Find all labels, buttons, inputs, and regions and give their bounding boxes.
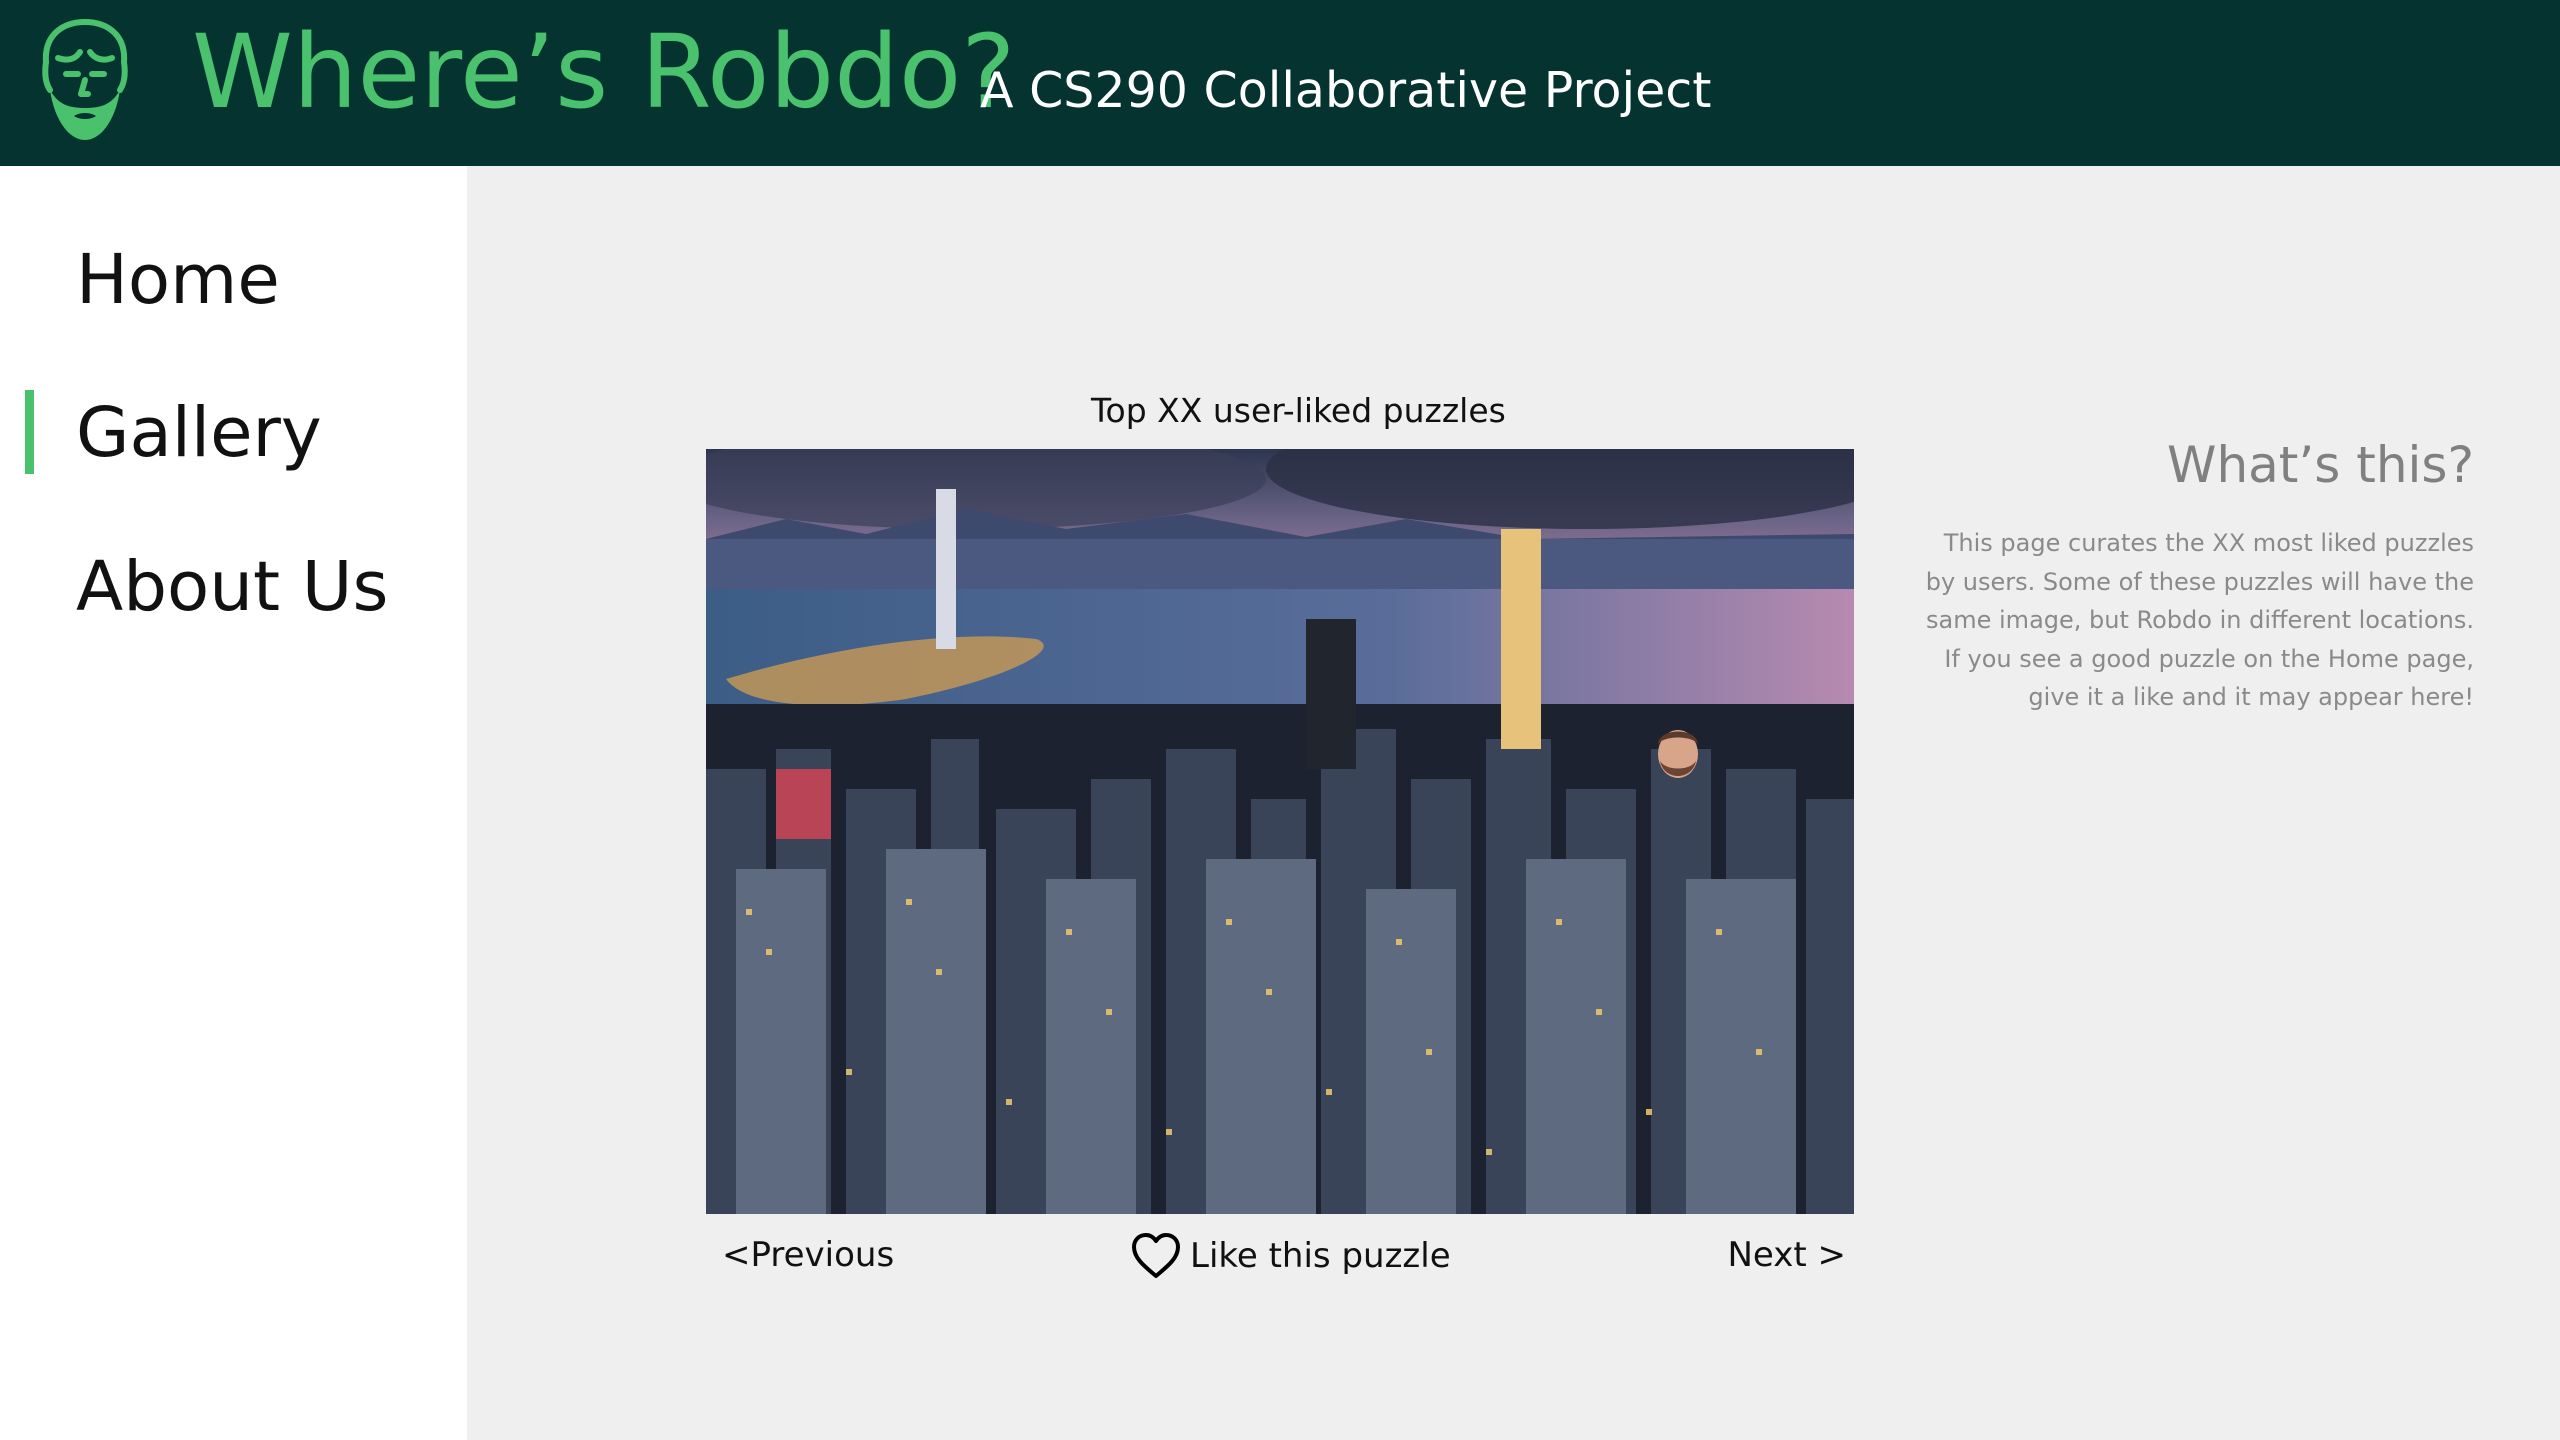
info-line: If you see a good puzzle on the Home pag… <box>1944 644 2474 673</box>
info-description: This page curates the XX most liked puzz… <box>1914 524 2474 717</box>
sidebar-item-about-us[interactable]: About Us <box>76 553 388 622</box>
site-header: Where’s Robdo? A CS290 Collaborative Pro… <box>0 0 2560 166</box>
sidebar-item-home[interactable]: Home <box>76 246 280 315</box>
next-button[interactable]: Next > <box>1727 1238 1846 1272</box>
site-title: Where’s Robdo? <box>192 13 1016 132</box>
bearded-face-icon[interactable] <box>36 18 134 144</box>
previous-button[interactable]: <Previous <box>722 1238 894 1272</box>
sidebar-item-gallery[interactable]: Gallery <box>76 399 322 468</box>
sidebar-nav: Home Gallery About Us <box>0 166 467 1440</box>
site-subtitle: A CS290 Collaborative Project <box>980 62 1712 119</box>
info-line: by users. Some of these puzzles will hav… <box>1925 567 2474 596</box>
like-label: Like this puzzle <box>1190 1236 1451 1276</box>
active-indicator <box>25 390 34 474</box>
info-line: same image, but Robdo in different locat… <box>1926 606 2474 634</box>
robdo-face[interactable] <box>1658 730 1698 778</box>
info-line: give it a like and it may appear here! <box>2028 683 2474 711</box>
info-title: What’s this? <box>2167 436 2474 494</box>
like-button[interactable]: Like this puzzle <box>1130 1230 1451 1282</box>
info-line: This page curates the XX most liked puzz… <box>1943 529 2474 557</box>
heart-outline-icon <box>1132 1233 1180 1278</box>
gallery-heading: Top XX user-liked puzzles <box>1091 391 1506 430</box>
puzzle-image[interactable] <box>706 449 1854 1214</box>
